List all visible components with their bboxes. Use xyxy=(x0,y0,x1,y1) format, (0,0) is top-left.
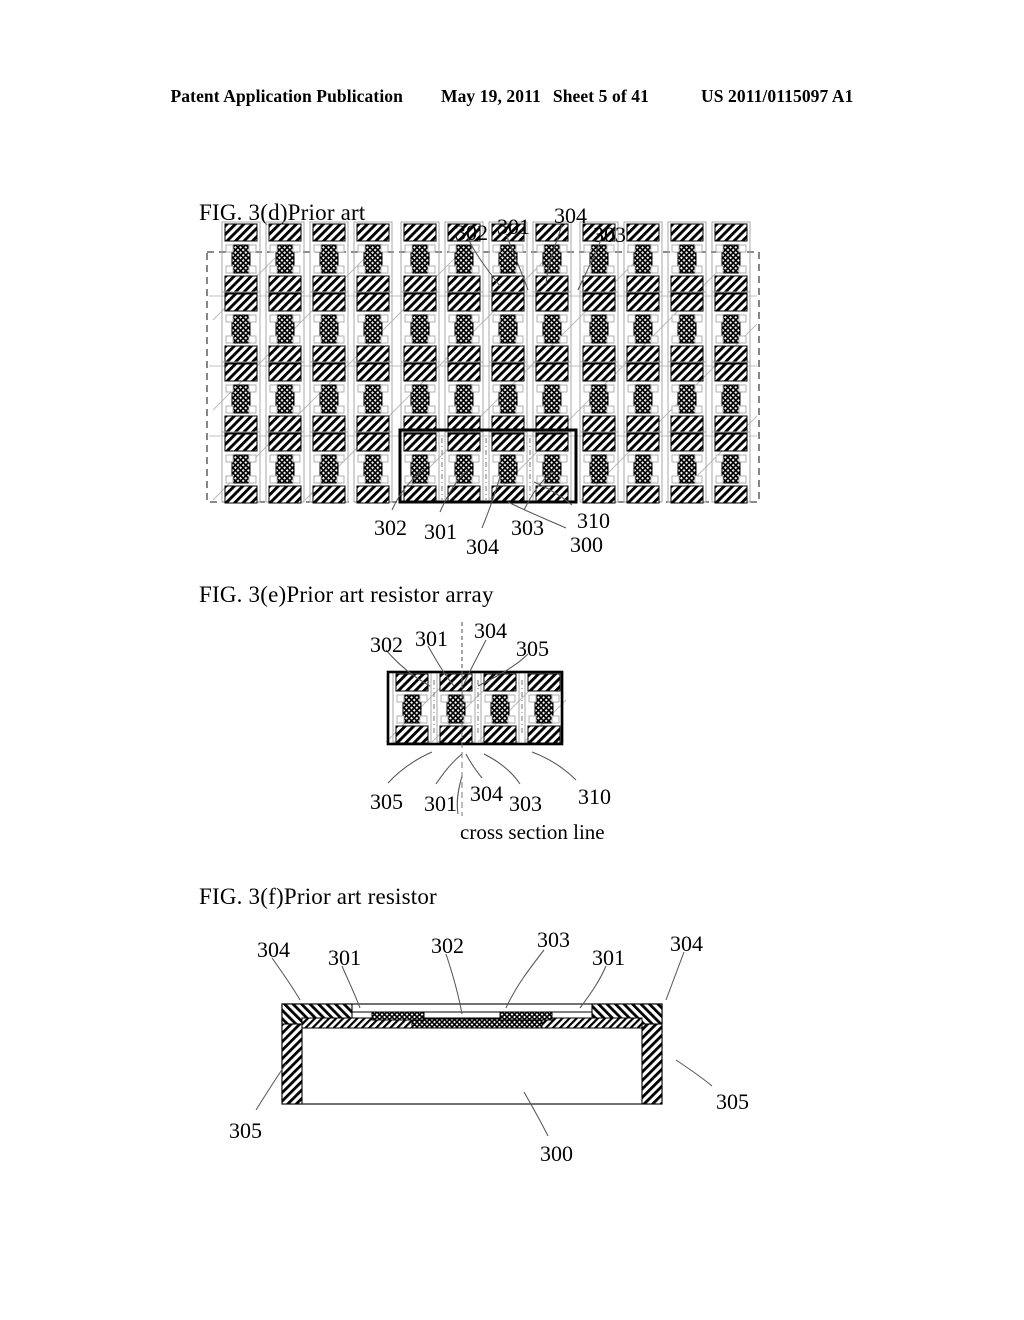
fig-3f-label-301-left: 301 xyxy=(328,945,361,970)
fig-3f-label-305-left: 305 xyxy=(229,1118,262,1143)
figure-3f-leaders xyxy=(255,949,713,1137)
fig-3f-label-305-right: 305 xyxy=(716,1089,749,1114)
fig-3f-label-300: 300 xyxy=(540,1141,573,1166)
fig-3f-label-304-right: 304 xyxy=(670,931,703,956)
fig-3f-label-301-right: 301 xyxy=(592,945,625,970)
fig-3f-label-304-left: 304 xyxy=(257,937,290,962)
fig-3f-label-303: 303 xyxy=(537,927,570,952)
fig-3f-label-302: 302 xyxy=(431,933,464,958)
